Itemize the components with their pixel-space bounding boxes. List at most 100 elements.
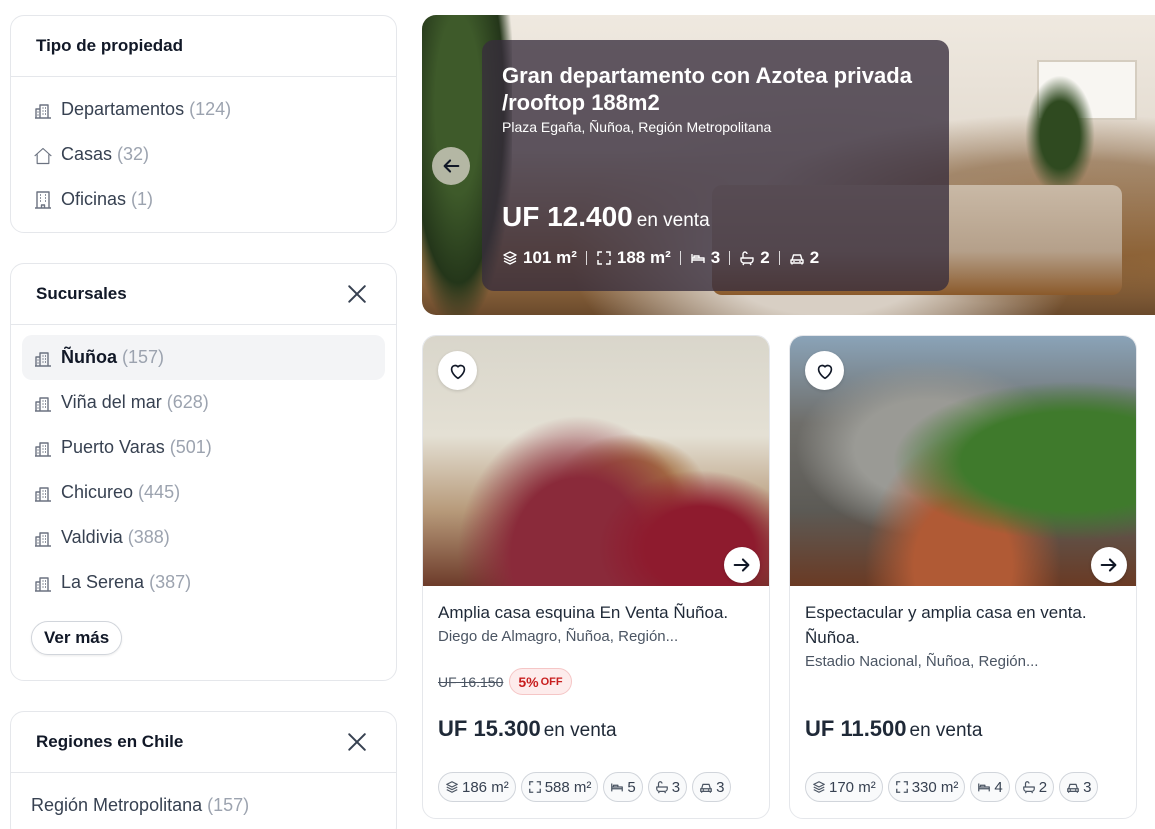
region-item-metropolitana[interactable]: Región Metropolitana (157) xyxy=(11,783,396,828)
item-count: (387) xyxy=(149,572,192,592)
layers-icon xyxy=(502,250,518,266)
favorite-button[interactable] xyxy=(805,351,844,390)
price-suffix: en venta xyxy=(543,720,617,741)
building-icon xyxy=(33,573,53,593)
feature-built: 186 m² xyxy=(438,772,516,802)
feature-built: 170 m² xyxy=(805,772,883,802)
feature-bedrooms: 3 xyxy=(690,248,720,268)
featured-title[interactable]: Gran departamento con Azotea privada /ro… xyxy=(502,62,929,116)
next-photo-button[interactable] xyxy=(724,547,760,583)
item-count: (388) xyxy=(127,527,170,547)
divider xyxy=(679,251,681,265)
feature-total: 588 m² xyxy=(520,772,599,802)
feature-bedrooms: 5 xyxy=(603,772,643,802)
item-label: Región Metropolitana xyxy=(31,795,203,815)
featured-address: Plaza Egaña, Ñuñoa, Región Metropolitana xyxy=(502,119,772,135)
previous-price-row: UF 16.150 5% OFF xyxy=(438,668,572,695)
property-type-item-departamentos[interactable]: Departamentos (124) xyxy=(11,87,396,132)
item-count: (501) xyxy=(169,437,212,457)
featured-listing[interactable]: Gran departamento con Azotea privada /ro… xyxy=(422,15,1155,315)
price-value: UF 15.300 xyxy=(438,716,541,741)
property-type-panel: Tipo de propiedad Departamentos (124) Ca… xyxy=(10,15,397,233)
bath-icon xyxy=(1022,780,1036,794)
feature-bathrooms: 2 xyxy=(739,248,770,268)
see-more-button[interactable]: Ver más xyxy=(31,621,123,655)
property-type-item-casas[interactable]: Casas (32) xyxy=(11,132,396,177)
expand-icon xyxy=(596,250,612,266)
item-count: (124) xyxy=(189,99,232,119)
close-icon[interactable] xyxy=(346,731,368,753)
item-count: (157) xyxy=(207,795,250,815)
featured-features: 101 m² 188 m² 3 2 2 xyxy=(502,248,819,268)
listing-photo[interactable] xyxy=(790,336,1136,586)
bed-icon xyxy=(690,250,706,266)
item-count: (32) xyxy=(117,144,150,164)
feature-value: 588 m² xyxy=(544,778,592,796)
feature-value: 188 m² xyxy=(616,248,671,267)
bed-icon xyxy=(610,780,624,794)
divider xyxy=(778,251,780,265)
listing-price: UF 11.500 en venta xyxy=(805,716,982,742)
office-icon xyxy=(33,190,53,210)
item-label: Oficinas xyxy=(61,189,127,209)
favorite-button[interactable] xyxy=(438,351,477,390)
price-value: UF 12.400 xyxy=(502,201,633,232)
heart-icon xyxy=(814,360,836,382)
building-icon xyxy=(33,483,53,503)
feature-bathrooms: 2 xyxy=(1014,772,1055,802)
car-icon xyxy=(1066,780,1080,794)
feature-value: 330 m² xyxy=(911,778,959,796)
featured-info-overlay: Gran departamento con Azotea privada /ro… xyxy=(482,40,949,291)
item-label: Chicureo xyxy=(61,482,134,502)
discount-badge: 5% OFF xyxy=(509,668,572,695)
feature-value: 2 xyxy=(760,248,770,267)
listing-card[interactable]: Espectacular y amplia casa en venta. Ñuñ… xyxy=(789,335,1137,819)
price-value: UF 11.500 xyxy=(805,716,907,741)
divider xyxy=(585,251,587,265)
feature-total: 330 m² xyxy=(887,772,966,802)
listing-photo[interactable] xyxy=(423,336,769,586)
expand-icon xyxy=(528,780,542,794)
listing-card[interactable]: Amplia casa esquina En Venta Ñuñoa. Dieg… xyxy=(422,335,770,819)
item-count: (1) xyxy=(131,189,154,209)
building-icon xyxy=(33,100,53,120)
regions-panel: Regiones en Chile Región Metropolitana (… xyxy=(10,711,397,829)
building-icon xyxy=(33,438,53,458)
arrow-left-icon xyxy=(440,155,462,177)
listing-title[interactable]: Espectacular y amplia casa en venta. Ñuñ… xyxy=(805,600,1121,650)
next-photo-button[interactable] xyxy=(1091,547,1127,583)
building-icon xyxy=(33,348,53,368)
listing-address: Diego de Almagro, Ñuñoa, Región... xyxy=(438,628,679,645)
property-type-item-oficinas[interactable]: Oficinas (1) xyxy=(11,177,396,222)
price-suffix: en venta xyxy=(636,210,710,231)
close-icon[interactable] xyxy=(346,283,368,305)
item-label: Casas xyxy=(61,144,113,164)
listing-features: 170 m² 330 m² 4 2 3 xyxy=(805,772,1099,802)
branch-item-nunoa[interactable]: Ñuñoa (157) xyxy=(22,335,385,380)
arrow-right-icon xyxy=(1098,554,1120,576)
feature-parking: 3 xyxy=(1059,772,1099,802)
item-count: (628) xyxy=(166,392,209,412)
listing-title[interactable]: Amplia casa esquina En Venta Ñuñoa. xyxy=(438,600,754,625)
old-price: UF 16.150 xyxy=(438,673,504,690)
feature-value: 3 xyxy=(716,778,725,796)
feature-value: 2 xyxy=(1038,778,1048,796)
listing-features: 186 m² 588 m² 5 3 3 xyxy=(438,772,732,802)
feature-value: 101 m² xyxy=(523,248,577,267)
item-label: La Serena xyxy=(61,572,145,592)
item-label: Viña del mar xyxy=(61,392,162,412)
hero-photo-plant xyxy=(1025,75,1095,195)
item-label: Puerto Varas xyxy=(61,437,165,457)
previous-arrow-button[interactable] xyxy=(432,147,470,185)
property-type-header: Tipo de propiedad xyxy=(11,16,396,77)
branch-item-valdivia[interactable]: Valdivia (388) xyxy=(11,515,396,560)
branch-item-vina-del-mar[interactable]: Viña del mar (628) xyxy=(11,380,396,425)
feature-value: 3 xyxy=(710,248,721,267)
house-icon xyxy=(33,145,53,165)
feature-value: 3 xyxy=(671,778,681,796)
featured-price: UF 12.400 en venta xyxy=(502,201,710,233)
branch-item-puerto-varas[interactable]: Puerto Varas (501) xyxy=(11,425,396,470)
feature-bedrooms: 4 xyxy=(970,772,1010,802)
branch-item-chicureo[interactable]: Chicureo (445) xyxy=(11,470,396,515)
branch-item-la-serena[interactable]: La Serena (387) xyxy=(11,560,396,605)
